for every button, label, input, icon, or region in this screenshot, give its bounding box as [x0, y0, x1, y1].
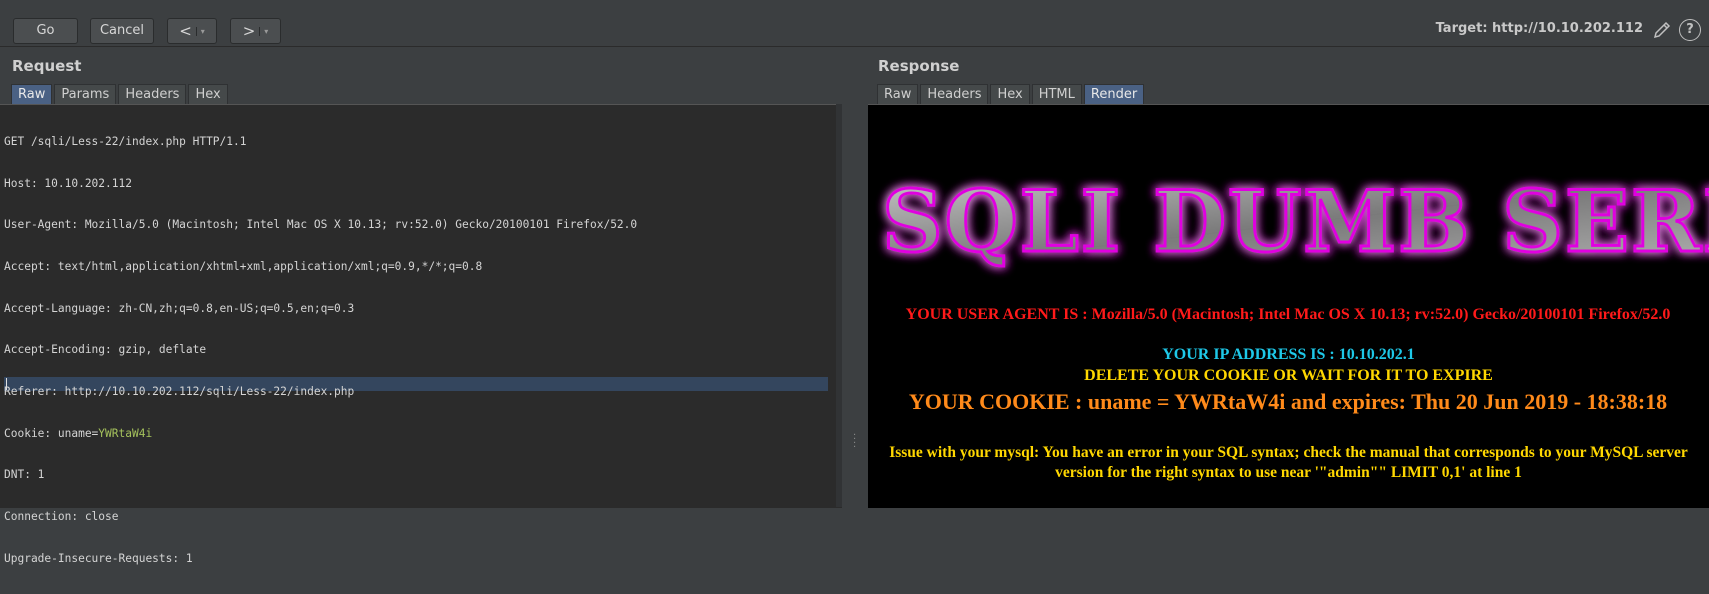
mysql-error-line: Issue with your mysql: You have an error…: [889, 444, 1688, 481]
request-title: Request: [12, 57, 82, 75]
request-line: Accept-Encoding: gzip, deflate: [4, 343, 207, 357]
request-line: Upgrade-Insecure-Requests: 1: [4, 551, 193, 565]
delete-cookie-line: DELETE YOUR COOKIE OR WAIT FOR IT TO EXP…: [1084, 367, 1493, 384]
request-line: Connection: close: [4, 510, 119, 524]
cancel-button[interactable]: Cancel: [90, 18, 154, 44]
tab-hex[interactable]: Hex: [990, 84, 1030, 104]
tab-raw[interactable]: Raw: [877, 84, 919, 104]
request-line: Host: 10.10.202.112: [4, 176, 132, 190]
response-title: Response: [878, 57, 960, 75]
user-agent-line: YOUR USER AGENT IS : Mozilla/5.0 (Macint…: [905, 306, 1671, 323]
request-line: User-Agent: Mozilla/5.0 (Macintosh; Inte…: [4, 218, 638, 232]
tab-hex[interactable]: Hex: [188, 84, 228, 104]
help-icon[interactable]: ?: [1679, 19, 1701, 41]
grip-icon[interactable]: · · · ·: [853, 431, 856, 453]
request-line: GET /sqli/Less-22/index.php HTTP/1.1: [4, 134, 247, 148]
request-line: Accept: text/html,application/xhtml+xml,…: [4, 259, 483, 273]
cookie-header-line: Cookie: uname=YWRtaW4i: [4, 427, 637, 441]
request-line: DNT: 1: [4, 468, 45, 482]
request-line: Accept-Language: zh-CN,zh;q=0.8,en-US;q=…: [4, 301, 355, 315]
tab-headers[interactable]: Headers: [118, 84, 187, 104]
cookie-value: YWRtaW4i: [98, 426, 153, 440]
toolbar: Go Cancel < ▾ > ▾ Target: http://10.10.202…: [0, 0, 1709, 47]
go-button[interactable]: Go: [13, 18, 78, 44]
ip-address-line: YOUR IP ADDRESS IS : 10.10.202.1: [1162, 346, 1415, 363]
chevron-down-icon[interactable]: ▾: [195, 27, 205, 36]
banner-image: SQLI DUMB SERI: [881, 171, 1709, 273]
tab-render[interactable]: Render: [1083, 84, 1145, 104]
cookie-line: YOUR COOKIE : uname = YWRtaW4i and expir…: [908, 389, 1668, 414]
tab-headers[interactable]: Headers: [920, 84, 989, 104]
tab-raw[interactable]: Raw: [11, 84, 53, 104]
tab-html[interactable]: HTML: [1031, 84, 1082, 104]
request-line: Referer: http://10.10.202.112/sqli/Less-…: [4, 385, 355, 399]
request-editor[interactable]: GET /sqli/Less-22/index.php HTTP/1.1 Hos…: [0, 104, 842, 565]
back-arrow-icon: <: [179, 22, 192, 40]
request-text[interactable]: GET /sqli/Less-22/index.php HTTP/1.1 Hos…: [4, 107, 637, 594]
forward-button[interactable]: > ▾: [230, 18, 281, 44]
rendered-page: SQLI DUMB SERI YOUR USER AGENT IS : Mozi…: [868, 104, 1709, 508]
back-button[interactable]: < ▾: [167, 18, 217, 44]
cookie-header-name: Cookie: uname=: [4, 426, 99, 440]
target-label: Target: http://10.10.202.112: [1435, 21, 1643, 36]
banner-text: SQLI DUMB SERI: [882, 172, 1709, 271]
tab-params[interactable]: Params: [54, 84, 117, 104]
request-tabs: Raw Params Headers Hex: [11, 84, 230, 104]
chevron-down-icon[interactable]: ▾: [259, 27, 269, 36]
response-tabs: Raw Headers Hex HTML Render: [877, 84, 1146, 104]
panel-splitter[interactable]: · · · ·: [842, 104, 868, 507]
pencil-icon[interactable]: [1651, 19, 1673, 41]
forward-arrow-icon: >: [242, 22, 256, 40]
